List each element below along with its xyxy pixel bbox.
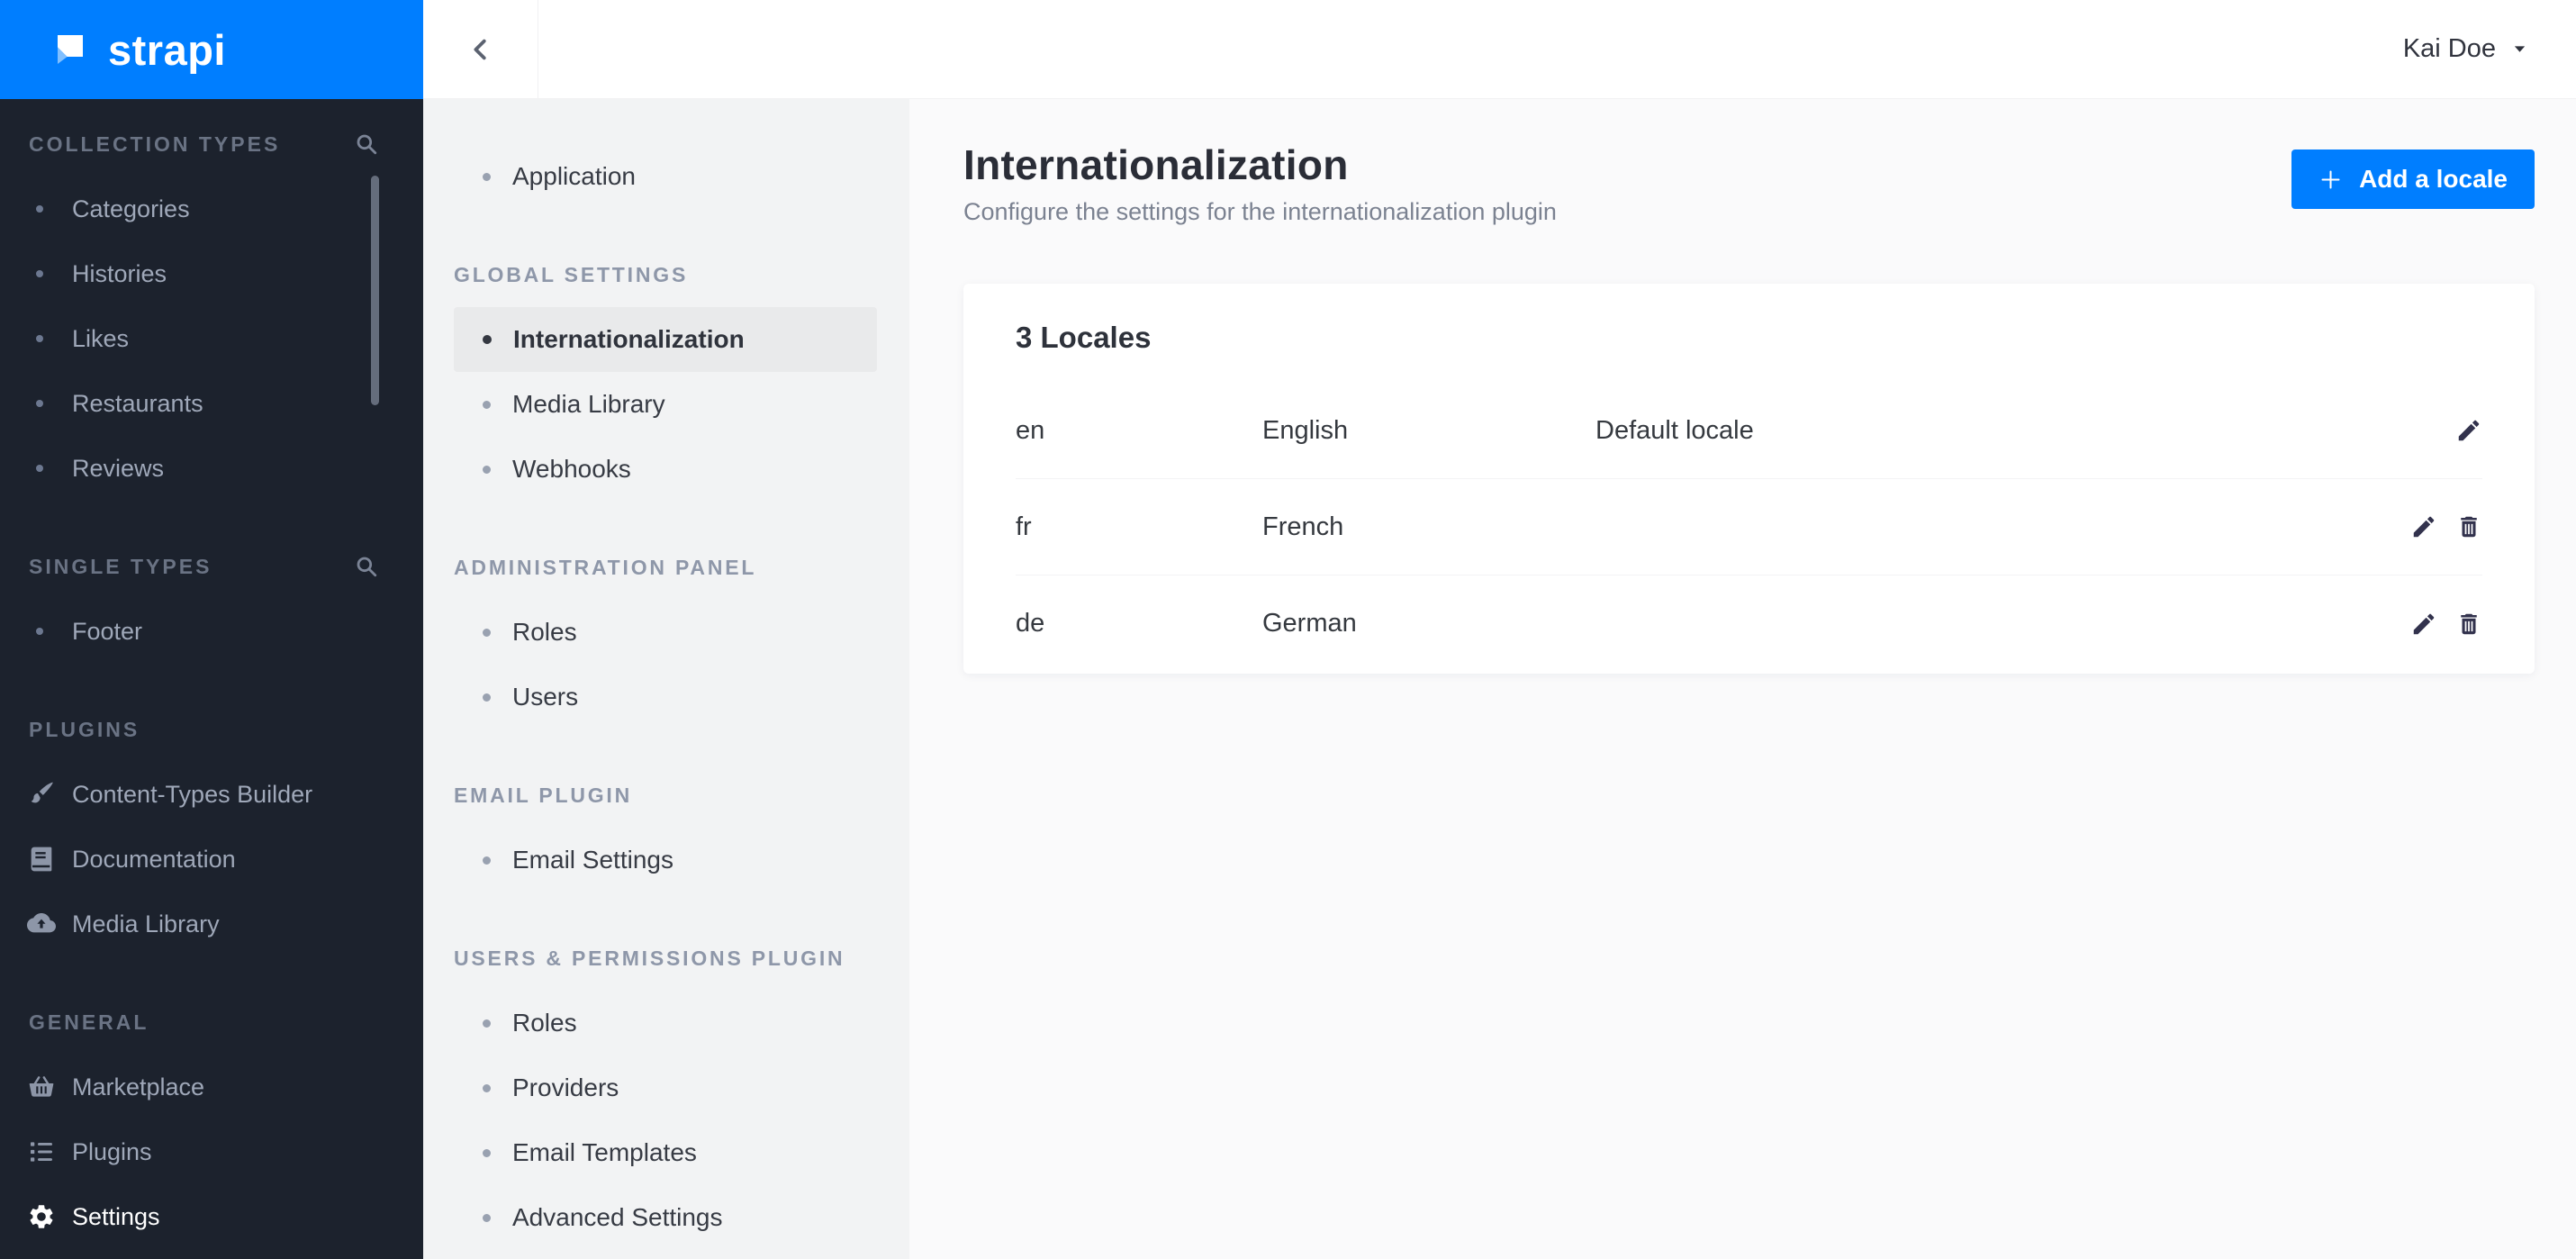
settings-nav-item-email-settings[interactable]: Email Settings bbox=[423, 828, 909, 892]
bullet-icon bbox=[483, 465, 491, 474]
default-locale-label: Default locale bbox=[1595, 415, 1754, 445]
trash-icon bbox=[2461, 516, 2477, 538]
sidebar-item-marketplace[interactable]: Marketplace bbox=[0, 1055, 423, 1119]
caret-down-icon bbox=[2514, 46, 2526, 52]
bullet-icon bbox=[36, 270, 43, 277]
list-icon bbox=[31, 1142, 52, 1162]
sidebar-item-content-types-builder[interactable]: Content-Types Builder bbox=[0, 762, 423, 827]
main-sidebar: strapi COLLECTION TYPES Categories Histo… bbox=[0, 0, 423, 1259]
sidebar-item-likes[interactable]: Likes bbox=[0, 306, 423, 371]
sidebar-scrollbar-thumb[interactable] bbox=[371, 176, 379, 405]
locale-name: English bbox=[1262, 415, 1349, 445]
settings-nav-item-webhooks[interactable]: Webhooks bbox=[423, 437, 909, 502]
settings-nav-item-application[interactable]: Application bbox=[423, 144, 909, 209]
settings-nav: Application GLOBAL SETTINGS Internationa… bbox=[423, 99, 909, 1259]
pencil-icon bbox=[2413, 613, 2435, 634]
bullet-icon bbox=[483, 335, 492, 344]
locale-row-de: de German bbox=[1016, 575, 2482, 672]
add-locale-button[interactable]: Add a locale bbox=[2291, 149, 2535, 209]
pencil-icon bbox=[2413, 516, 2435, 538]
gear-icon bbox=[30, 1205, 53, 1228]
bullet-icon bbox=[483, 172, 491, 181]
section-heading-single-types: SINGLE TYPES bbox=[0, 534, 423, 599]
section-heading-general: GENERAL bbox=[29, 1010, 149, 1034]
chevron-left-icon bbox=[474, 39, 486, 59]
settings-nav-item-providers[interactable]: Providers bbox=[423, 1055, 909, 1120]
settings-section-email-plugin: EMAIL PLUGIN bbox=[454, 783, 633, 807]
settings-section-users-permissions-plugin: USERS & PERMISSIONS PLUGIN bbox=[454, 946, 845, 970]
locales-card-heading: 3 Locales bbox=[1016, 321, 1152, 354]
sidebar-item-footer[interactable]: Footer bbox=[0, 599, 423, 664]
basket-icon bbox=[29, 1076, 54, 1097]
bullet-icon bbox=[36, 335, 43, 342]
locales-card: 3 Locales en English Default locale fr F… bbox=[963, 284, 2535, 674]
settings-section-global-settings: GLOBAL SETTINGS bbox=[454, 262, 689, 286]
back-button[interactable] bbox=[423, 0, 538, 98]
edit-locale-button[interactable] bbox=[2410, 611, 2437, 638]
plus-icon bbox=[2321, 169, 2340, 189]
user-name: Kai Doe bbox=[2402, 34, 2496, 63]
settings-section-administration-panel: ADMINISTRATION PANEL bbox=[454, 555, 757, 579]
bullet-icon bbox=[36, 465, 43, 472]
locale-row-actions bbox=[2401, 417, 2482, 444]
paintbrush-icon bbox=[31, 782, 53, 803]
top-header: Kai Doe bbox=[423, 0, 2576, 99]
locale-row-actions bbox=[2401, 611, 2482, 638]
cloud-upload-icon bbox=[27, 913, 56, 933]
search-icon[interactable] bbox=[355, 132, 378, 156]
bullet-icon bbox=[483, 1213, 491, 1222]
sidebar-item-categories[interactable]: Categories bbox=[0, 177, 423, 241]
sidebar-item-plugins[interactable]: Plugins bbox=[0, 1119, 423, 1184]
user-menu[interactable]: Kai Doe bbox=[2403, 34, 2576, 64]
pencil-icon bbox=[2458, 420, 2480, 441]
bullet-icon bbox=[483, 400, 491, 409]
delete-locale-button[interactable] bbox=[2455, 611, 2482, 638]
edit-locale-button[interactable] bbox=[2410, 513, 2437, 540]
settings-nav-item-internationalization[interactable]: Internationalization bbox=[454, 307, 877, 372]
settings-nav-item-admin-users[interactable]: Users bbox=[423, 665, 909, 729]
bullet-icon bbox=[36, 628, 43, 635]
main-nav: COLLECTION TYPES Categories Histories Li… bbox=[0, 99, 423, 1249]
bullet-icon bbox=[36, 205, 43, 213]
section-heading-plugins: PLUGINS bbox=[29, 717, 140, 741]
locale-name: German bbox=[1262, 609, 1357, 638]
bullet-icon bbox=[483, 1083, 491, 1092]
edit-locale-button[interactable] bbox=[2455, 417, 2482, 444]
locale-name: French bbox=[1262, 512, 1344, 541]
section-heading-collection-types: COLLECTION TYPES bbox=[0, 112, 423, 177]
book-icon bbox=[31, 847, 52, 872]
bullet-icon bbox=[483, 1019, 491, 1028]
bullet-icon bbox=[483, 856, 491, 865]
strapi-logo-icon bbox=[58, 35, 83, 64]
delete-locale-button[interactable] bbox=[2455, 513, 2482, 540]
locale-row-fr: fr French bbox=[1016, 479, 2482, 575]
sidebar-item-documentation[interactable]: Documentation bbox=[0, 827, 423, 892]
settings-nav-item-admin-roles[interactable]: Roles bbox=[423, 600, 909, 665]
settings-nav-item-advanced-settings[interactable]: Advanced Settings bbox=[423, 1185, 909, 1250]
locale-code: fr bbox=[1016, 512, 1032, 541]
locale-row-actions bbox=[2401, 513, 2482, 540]
sidebar-item-reviews[interactable]: Reviews bbox=[0, 436, 423, 501]
sidebar-item-restaurants[interactable]: Restaurants bbox=[0, 371, 423, 436]
sidebar-item-media-library[interactable]: Media Library bbox=[0, 892, 423, 956]
search-icon[interactable] bbox=[355, 555, 378, 578]
page-head: Internationalization Configure the setti… bbox=[909, 99, 2576, 226]
brand-name: strapi bbox=[108, 25, 226, 74]
locale-row-en: en English Default locale bbox=[1016, 383, 2482, 479]
strapi-logo[interactable]: strapi bbox=[0, 0, 423, 99]
sidebar-item-histories[interactable]: Histories bbox=[0, 241, 423, 306]
sidebar-item-settings[interactable]: Settings bbox=[0, 1184, 423, 1249]
settings-nav-item-media-library[interactable]: Media Library bbox=[423, 372, 909, 437]
settings-nav-item-email-templates[interactable]: Email Templates bbox=[423, 1120, 909, 1185]
main-content: Internationalization Configure the setti… bbox=[909, 99, 2576, 1259]
bullet-icon bbox=[483, 628, 491, 637]
settings-nav-item-up-roles[interactable]: Roles bbox=[423, 991, 909, 1055]
locale-code: de bbox=[1016, 609, 1045, 638]
trash-icon bbox=[2461, 613, 2477, 634]
locale-code: en bbox=[1016, 415, 1045, 445]
bullet-icon bbox=[483, 693, 491, 702]
bullet-icon bbox=[483, 1148, 491, 1157]
bullet-icon bbox=[36, 400, 43, 407]
